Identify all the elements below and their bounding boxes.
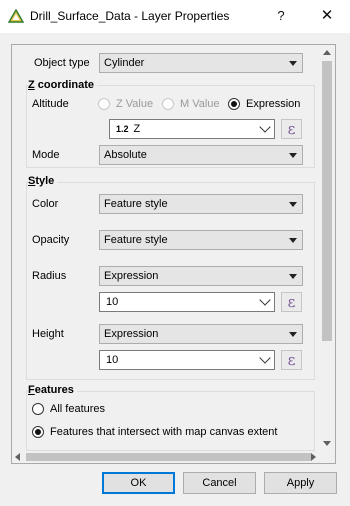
radius-expression-button[interactable]: ε [281,292,302,312]
z-coordinate-title: Z coordinate [28,79,98,91]
color-value: Feature style [104,198,168,210]
chevron-down-icon [259,352,271,364]
scroll-down-icon[interactable] [323,441,331,446]
style-title-rest: tyle [35,175,55,187]
properties-content: Object type Cylinder Z coordinate Altitu… [12,45,319,451]
z-field-value: Z [133,123,141,135]
scroll-up-icon[interactable] [323,50,331,55]
height-mode-value: Expression [104,328,159,340]
radius-label: Radius [32,270,67,282]
z-field-combo[interactable]: 1.2 Z [109,119,275,139]
vertical-scrollbar[interactable] [319,45,335,451]
chevron-down-icon [289,202,297,207]
color-select[interactable]: Feature style [99,194,303,214]
qgis-app-icon [8,9,24,23]
horizontal-scrollbar[interactable] [12,451,335,463]
radius-mode-select[interactable]: Expression [99,266,303,286]
opacity-label: Opacity [32,234,70,246]
radius-mode-value: Expression [104,270,159,282]
z-coordinate-title-rest: coordinate [34,79,95,91]
features-title-rest: eatures [34,384,74,396]
vertical-scroll-thumb[interactable] [322,61,332,341]
close-button[interactable]: ✕ [314,5,340,27]
height-value-combo[interactable]: 10 [99,350,275,370]
intersect-extent-label: Features that intersect with map canvas … [50,426,278,438]
features-title-accel: F [28,384,35,396]
object-type-label: Object type [34,57,90,69]
help-button[interactable]: ? [268,5,294,27]
chevron-down-icon [259,294,271,306]
object-type-select[interactable]: Cylinder [99,53,303,73]
chevron-down-icon [259,121,271,133]
chevron-down-icon [289,238,297,243]
all-features-radio[interactable] [32,403,44,415]
decimal-type-icon: 1.2 [116,124,129,134]
opacity-select[interactable]: Feature style [99,230,303,250]
z-value-radio[interactable] [98,98,110,110]
chevron-down-icon [289,61,297,66]
chevron-down-icon [289,153,297,158]
opacity-value: Feature style [104,234,168,246]
color-label: Color [32,198,59,210]
z-coordinate-title-accel: Z [28,79,35,91]
z-value-radio-label: Z Value [116,98,154,110]
m-value-radio-label: M Value [180,98,220,110]
object-type-value: Cylinder [104,57,145,69]
chevron-down-icon [289,274,297,279]
apply-button[interactable]: Apply [264,472,337,494]
scroll-right-icon[interactable] [311,453,316,461]
window-title: Drill_Surface_Data - Layer Properties [30,9,230,23]
height-expression-button[interactable]: ε [281,350,302,370]
all-features-label: All features [50,403,106,415]
radius-value-combo[interactable]: 10 [99,292,275,312]
radius-value: 10 [106,296,119,308]
altitude-label: Altitude [32,98,69,110]
height-value: 10 [106,354,119,366]
chevron-down-icon [289,332,297,337]
m-value-radio[interactable] [162,98,174,110]
cancel-button[interactable]: Cancel [183,472,256,494]
horizontal-scroll-thumb[interactable] [26,453,311,461]
mode-label: Mode [32,149,60,161]
expression-radio[interactable] [228,98,240,110]
features-title: Features [28,384,77,396]
expression-radio-label: Expression [246,98,301,110]
style-title: Style [28,175,58,187]
mode-value: Absolute [104,149,147,161]
ok-button[interactable]: OK [102,472,175,494]
expression-builder-button[interactable]: ε [281,119,302,139]
properties-scroll-area: Object type Cylinder Z coordinate Altitu… [11,44,336,464]
height-label: Height [32,328,64,340]
title-bar: Drill_Surface_Data - Layer Properties ? … [0,0,350,33]
scroll-left-icon[interactable] [15,453,20,461]
features-group [26,391,315,451]
mode-select[interactable]: Absolute [99,145,303,165]
intersect-extent-radio[interactable] [32,426,44,438]
height-mode-select[interactable]: Expression [99,324,303,344]
